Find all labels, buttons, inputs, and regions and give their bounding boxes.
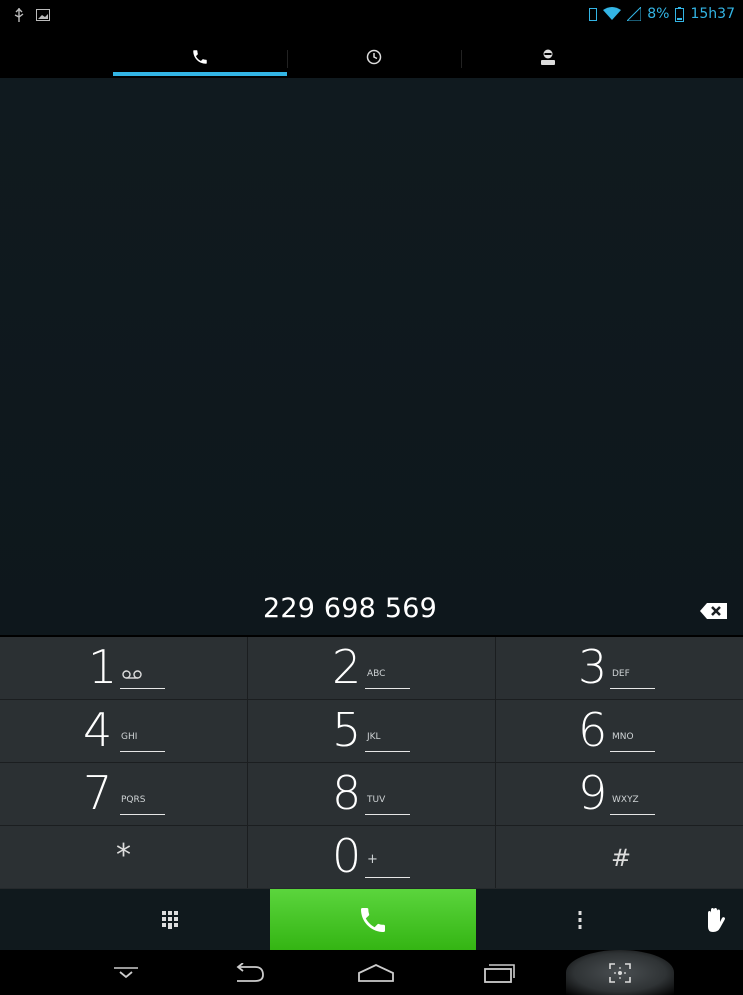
key-letters: JKL [367, 732, 381, 742]
action-bar [0, 889, 743, 950]
backspace-icon[interactable] [699, 601, 729, 621]
key-letters: WXYZ [612, 795, 639, 805]
signal-icon [627, 7, 642, 21]
recent-apps-button[interactable] [470, 954, 526, 992]
contact-icon [541, 49, 555, 65]
hide-keyboard-button[interactable] [98, 954, 154, 992]
status-left [14, 8, 50, 22]
key-2[interactable]: 2 ABC [248, 637, 496, 700]
key-digit: 6 [578, 703, 608, 757]
key-0[interactable]: 0 + [248, 826, 496, 888]
recents-icon [484, 964, 515, 983]
sim-icon [589, 7, 598, 21]
key-digit: * [116, 838, 131, 873]
key-9[interactable]: 9 WXYZ [496, 763, 743, 826]
dial-keypad: 1 2 ABC 3 DEF 4 GHI 5 JKL 6 MNO 7 PQRS 8… [0, 637, 743, 889]
clock-icon [366, 49, 382, 65]
key-digit: 7 [83, 766, 113, 820]
back-icon [236, 963, 264, 982]
tab-selected-indicator [113, 72, 287, 76]
dialer-background [0, 78, 743, 635]
voicemail-icon [122, 670, 142, 679]
key-4[interactable]: 4 GHI [0, 700, 248, 763]
tab-divider [287, 50, 288, 68]
battery-percent: 8% [647, 6, 670, 22]
phone-icon [193, 50, 207, 64]
key-5[interactable]: 5 JKL [248, 700, 496, 763]
image-icon [36, 9, 50, 21]
entered-number: 229 698 569 [263, 593, 437, 624]
chevron-down-icon [114, 967, 138, 979]
hand-button[interactable] [695, 889, 735, 950]
clock-time: 15h37 [690, 6, 735, 22]
status-right: 8% 15h37 [589, 6, 735, 22]
key-letters: PQRS [121, 795, 146, 805]
tab-bar [0, 36, 743, 78]
key-letters: ABC [367, 669, 386, 679]
home-icon [358, 964, 394, 982]
tab-divider [461, 50, 462, 68]
key-digit: 0 [332, 829, 362, 883]
key-digit: 4 [83, 703, 113, 757]
home-button[interactable] [348, 954, 404, 992]
key-3[interactable]: 3 DEF [496, 637, 743, 700]
key-digit: # [611, 844, 632, 872]
key-8[interactable]: 8 TUV [248, 763, 496, 826]
battery-icon [675, 6, 685, 22]
screenshot-icon [609, 963, 631, 983]
more-vert-icon [578, 910, 582, 929]
key-hash[interactable]: # [496, 826, 743, 888]
key-letters: MNO [612, 732, 634, 742]
dialpad-icon [162, 910, 178, 929]
key-star[interactable]: * [0, 826, 248, 888]
tab-contacts[interactable] [461, 36, 635, 78]
call-button[interactable] [270, 889, 476, 950]
key-digit: 8 [332, 766, 362, 820]
key-letters: + [367, 852, 378, 867]
number-field[interactable]: 229 698 569 [0, 585, 743, 637]
key-digit: 9 [578, 766, 608, 820]
key-digit: 2 [332, 640, 362, 694]
key-letters: DEF [612, 669, 630, 679]
back-button[interactable] [220, 954, 276, 992]
key-digit: 1 [88, 640, 118, 694]
key-digit: 3 [578, 640, 608, 694]
key-letters: GHI [121, 732, 138, 742]
wifi-icon [603, 7, 622, 20]
tab-call-log[interactable] [287, 36, 461, 78]
overflow-menu-button[interactable] [560, 889, 600, 950]
screenshot-button[interactable] [592, 954, 648, 992]
status-bar: 8% 15h37 [0, 0, 743, 36]
key-digit: 5 [332, 703, 362, 757]
key-letters: TUV [367, 795, 386, 805]
key-6[interactable]: 6 MNO [496, 700, 743, 763]
key-7[interactable]: 7 PQRS [0, 763, 248, 826]
phone-icon [361, 908, 385, 932]
dialpad-toggle-button[interactable] [140, 889, 200, 950]
key-1[interactable]: 1 [0, 637, 248, 700]
hand-icon [708, 907, 725, 932]
usb-icon [14, 8, 24, 22]
